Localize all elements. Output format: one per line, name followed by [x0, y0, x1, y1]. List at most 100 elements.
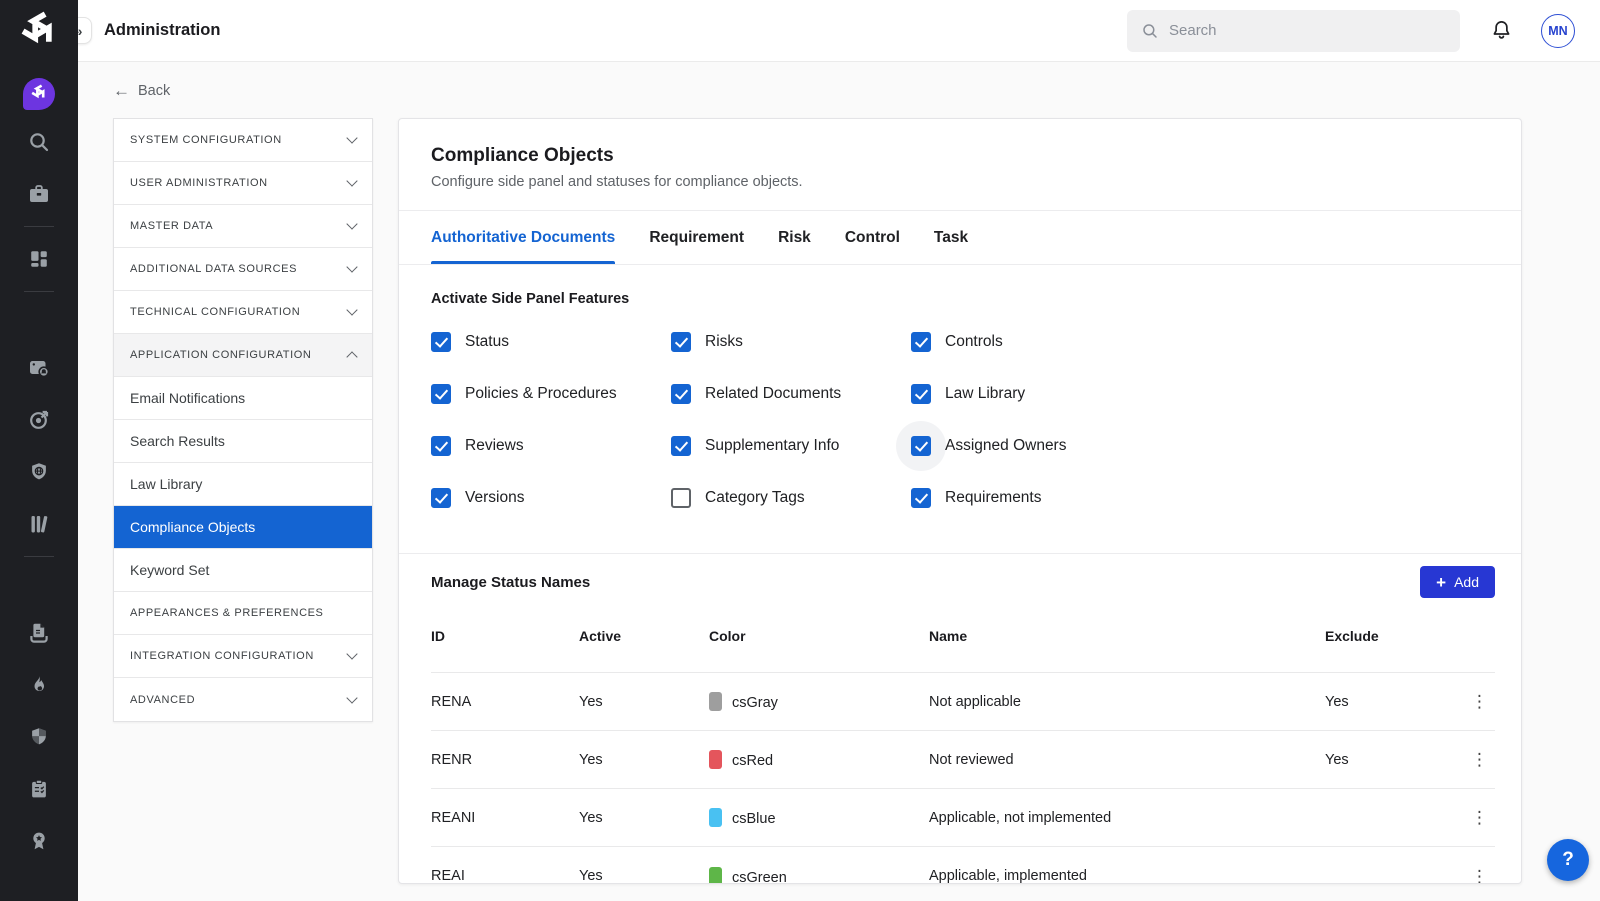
- sidebar-item-target[interactable]: [17, 398, 61, 442]
- global-search[interactable]: [1127, 10, 1460, 52]
- features-heading: Activate Side Panel Features: [431, 291, 1489, 307]
- document-tray-icon: [27, 621, 51, 645]
- checkbox[interactable]: [431, 436, 451, 456]
- sidebar-divider: [24, 291, 54, 292]
- checkbox[interactable]: [671, 436, 691, 456]
- nav-item-compliance-objects[interactable]: Compliance Objects: [114, 506, 372, 549]
- award-icon: [28, 830, 50, 852]
- checkbox[interactable]: [911, 488, 931, 508]
- shield-icon: [28, 726, 50, 748]
- panel-title: Compliance Objects: [431, 145, 1489, 167]
- checkbox[interactable]: [671, 384, 691, 404]
- nav-item-keyword-set[interactable]: Keyword Set: [114, 549, 372, 592]
- row-menu-button[interactable]: ⋮: [1465, 751, 1495, 768]
- sidebar-item-award[interactable]: [17, 819, 61, 863]
- plus-icon: +: [1436, 574, 1446, 591]
- checkbox[interactable]: [911, 384, 931, 404]
- sidebar-item-briefcase[interactable]: [17, 172, 61, 216]
- notifications-button[interactable]: [1490, 19, 1513, 42]
- search-input[interactable]: [1169, 22, 1446, 39]
- sidebar-divider: [24, 556, 54, 557]
- feature-supplementary-info[interactable]: Supplementary Info: [671, 431, 911, 461]
- sidebar-item-document-tray[interactable]: [17, 611, 61, 655]
- sidebar-item-notifications-card[interactable]: [17, 346, 61, 390]
- sidebar-item-clipboard[interactable]: [17, 767, 61, 811]
- back-link[interactable]: ← Back: [113, 82, 170, 99]
- chevron-down-icon: [346, 304, 357, 315]
- app-logo[interactable]: [0, 0, 78, 62]
- color-swatch: [709, 867, 722, 885]
- checkbox[interactable]: [671, 488, 691, 508]
- chevron-down-icon: [346, 261, 357, 272]
- feature-category-tags[interactable]: Category Tags: [671, 483, 911, 513]
- sidebar-item-dashboard[interactable]: [17, 237, 61, 281]
- feature-policies-procedures[interactable]: Policies & Procedures: [431, 379, 671, 409]
- sidebar-item-library[interactable]: [17, 502, 61, 546]
- chevron-down-icon: [346, 692, 357, 703]
- sidebar-item-search[interactable]: [17, 120, 61, 164]
- row-menu-button[interactable]: ⋮: [1465, 809, 1495, 826]
- nav-item-email-notifications[interactable]: Email Notifications: [114, 377, 372, 420]
- nav-section-integration-configuration[interactable]: INTEGRATION CONFIGURATION: [114, 635, 372, 678]
- clipboard-check-icon: [28, 778, 50, 800]
- checkbox[interactable]: [431, 488, 451, 508]
- chevron-down-icon: [346, 132, 357, 143]
- sidebar-item-flame[interactable]: [17, 663, 61, 707]
- nav-section-master-data[interactable]: MASTER DATA: [114, 205, 372, 248]
- tab-risk[interactable]: Risk: [778, 211, 811, 264]
- user-avatar[interactable]: MN: [1541, 14, 1575, 48]
- topbar: » Administration MN: [78, 0, 1600, 62]
- nav-section-user-administration[interactable]: USER ADMINISTRATION: [114, 162, 372, 205]
- nav-section-application-configuration[interactable]: APPLICATION CONFIGURATION: [114, 334, 372, 377]
- checkbox[interactable]: [671, 332, 691, 352]
- chevron-down-icon: [346, 175, 357, 186]
- checkbox[interactable]: [911, 436, 931, 456]
- content-area: ← Back SYSTEM CONFIGURATION USER ADMINIS…: [78, 62, 1600, 901]
- sidebar-item-assistant[interactable]: [23, 78, 55, 110]
- nav-section-technical-configuration[interactable]: TECHNICAL CONFIGURATION: [114, 291, 372, 334]
- tab-task[interactable]: Task: [934, 211, 968, 264]
- chevron-down-icon: [346, 218, 357, 229]
- checkbox[interactable]: [911, 332, 931, 352]
- shield-globe-icon: [28, 461, 50, 483]
- add-button[interactable]: + Add: [1420, 566, 1495, 598]
- app-sidebar: [0, 0, 78, 901]
- feature-risks[interactable]: Risks: [671, 327, 911, 357]
- row-menu-button[interactable]: ⋮: [1465, 693, 1495, 710]
- nav-section-system-configuration[interactable]: SYSTEM CONFIGURATION: [114, 119, 372, 162]
- table-header: ID Active Color Name Exclude: [431, 610, 1495, 673]
- feature-controls[interactable]: Controls: [911, 327, 1489, 357]
- chevron-down-icon: [346, 648, 357, 659]
- nav-section-advanced[interactable]: ADVANCED: [114, 678, 372, 721]
- feature-law-library[interactable]: Law Library: [911, 379, 1489, 409]
- tab-control[interactable]: Control: [845, 211, 900, 264]
- help-button[interactable]: ?: [1547, 839, 1589, 881]
- feature-status[interactable]: Status: [431, 327, 671, 357]
- table-row: RENR Yes csRed Not reviewed Yes ⋮: [431, 731, 1495, 789]
- feature-reviews[interactable]: Reviews: [431, 431, 671, 461]
- feature-assigned-owners[interactable]: Assigned Owners: [911, 431, 1489, 461]
- avatar-initials: MN: [1548, 24, 1567, 38]
- checkbox[interactable]: [431, 332, 451, 352]
- assistant-badge-icon: [30, 83, 48, 106]
- dashboard-icon: [28, 248, 50, 270]
- row-menu-button[interactable]: ⋮: [1465, 868, 1495, 885]
- checkbox[interactable]: [431, 384, 451, 404]
- color-swatch: [709, 750, 722, 769]
- arrow-left-icon: ←: [113, 82, 130, 99]
- nav-section-appearances-preferences[interactable]: APPEARANCES & PREFERENCES: [114, 592, 372, 635]
- tab-authoritative-documents[interactable]: Authoritative Documents: [431, 211, 615, 264]
- feature-requirements[interactable]: Requirements: [911, 483, 1489, 513]
- nav-item-law-library[interactable]: Law Library: [114, 463, 372, 506]
- tab-requirement[interactable]: Requirement: [649, 211, 744, 264]
- feature-related-documents[interactable]: Related Documents: [671, 379, 911, 409]
- nav-section-additional-data-sources[interactable]: ADDITIONAL DATA SOURCES: [114, 248, 372, 291]
- chevron-up-icon: [346, 351, 357, 362]
- feature-versions[interactable]: Versions: [431, 483, 671, 513]
- sidebar-item-shield[interactable]: [17, 715, 61, 759]
- color-swatch: [709, 692, 722, 711]
- search-icon: [1141, 22, 1159, 40]
- sidebar-divider: [24, 226, 54, 227]
- nav-item-search-results[interactable]: Search Results: [114, 420, 372, 463]
- sidebar-item-shield-globe[interactable]: [17, 450, 61, 494]
